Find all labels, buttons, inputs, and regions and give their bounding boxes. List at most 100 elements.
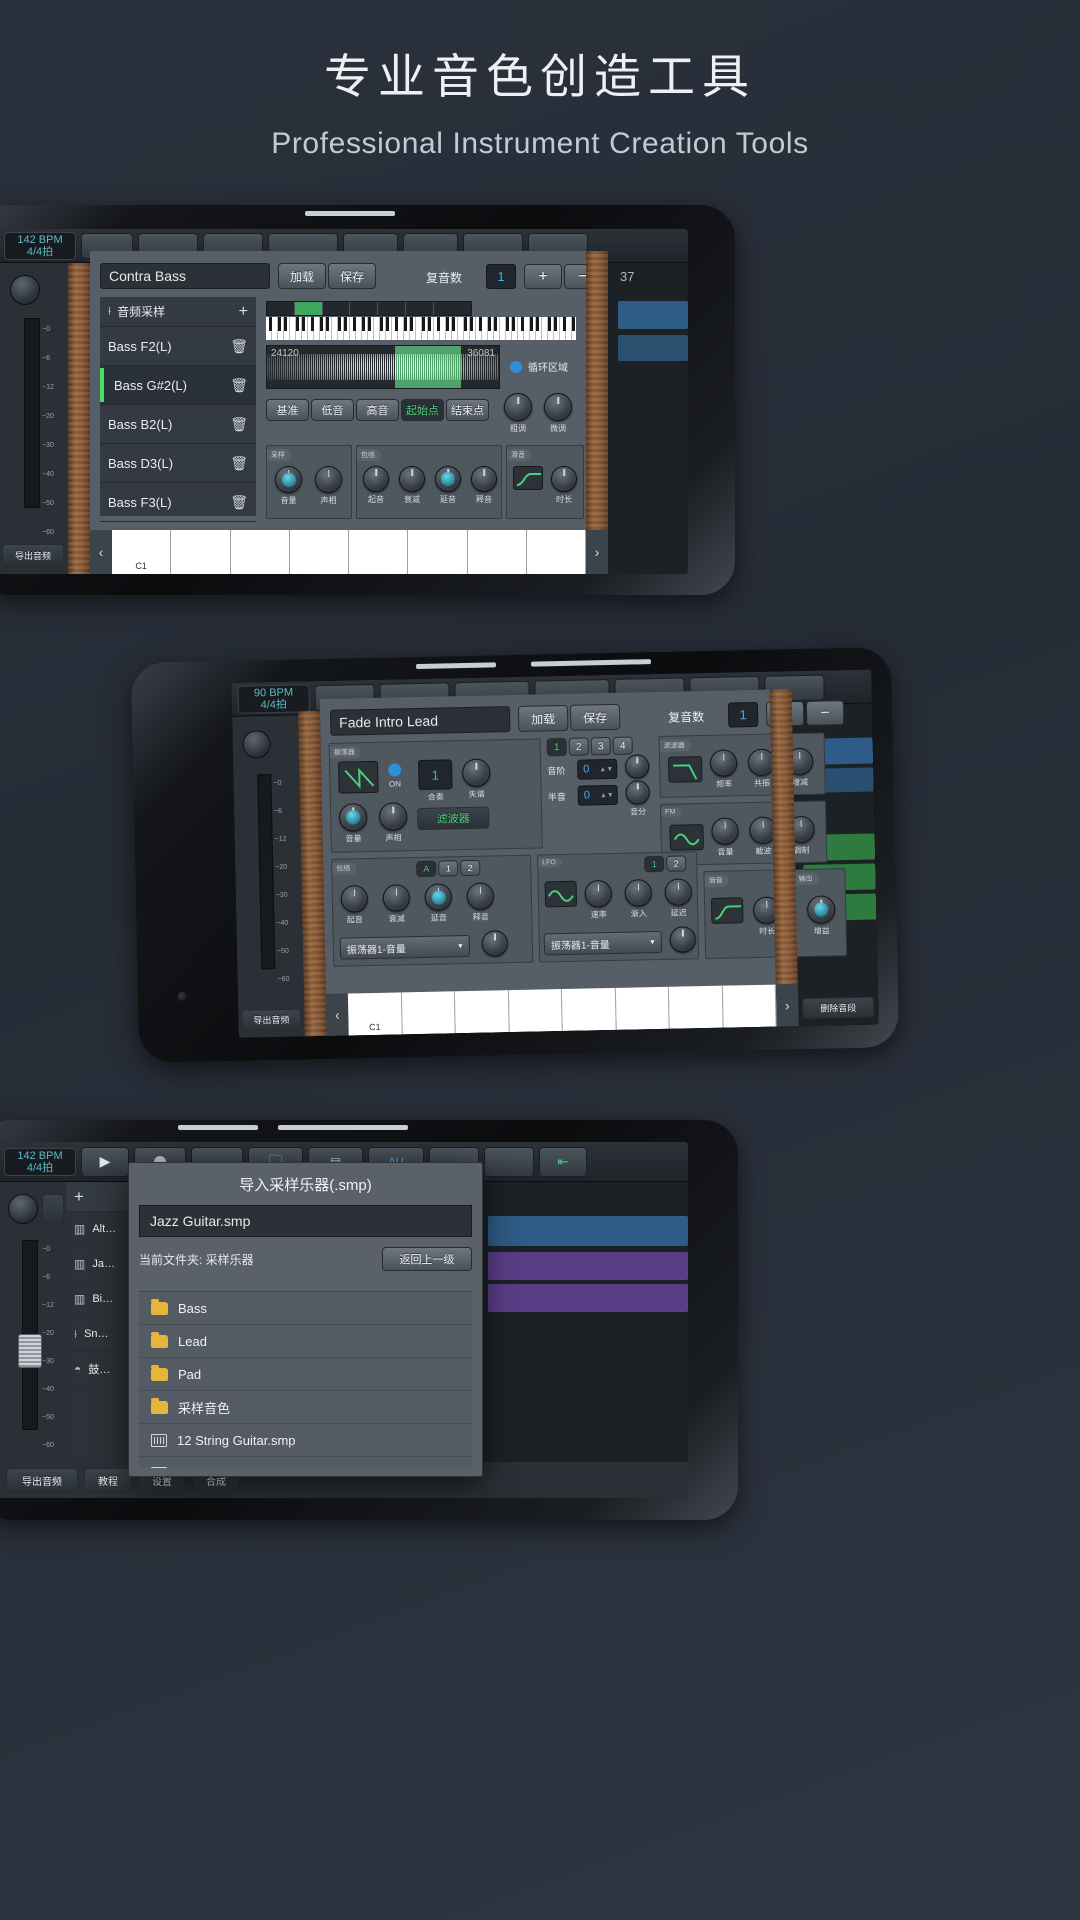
trash-icon[interactable]: 🗑 (230, 455, 248, 472)
phone1-mode-button[interactable]: 结束点 (446, 399, 489, 421)
phone2-lfo-tab-2[interactable]: 2 (666, 855, 686, 871)
stepper-icon[interactable]: ▲▼ (600, 791, 614, 798)
phone3-bpm-display[interactable]: 142 BPM 4/4拍 (4, 1148, 76, 1176)
radio-icon[interactable] (510, 361, 522, 373)
phone2-knob-filter-freq[interactable] (710, 749, 738, 777)
phone1-white-key[interactable] (468, 530, 527, 574)
phone2-osc-on-toggle[interactable]: ON (388, 760, 402, 788)
phone2-instrument-name-field[interactable]: Fade Intro Lead (330, 706, 511, 736)
phone1-white-key[interactable] (290, 530, 349, 574)
phone3-play-button[interactable]: ▶ (81, 1147, 129, 1177)
list-item[interactable]: Bass D3(L) 🗑 (100, 444, 256, 483)
list-item[interactable]: Alone Bell Synth.smp (139, 1457, 472, 1468)
phone1-white-key[interactable] (527, 530, 586, 574)
phone2-knob-lfo-delay[interactable] (665, 878, 693, 906)
phone2-mixer-fader-track[interactable] (257, 774, 275, 969)
phone1-piano-keyboard[interactable]: ‹ C1 › (90, 530, 608, 574)
phone2-fm-wave-button[interactable] (669, 824, 704, 851)
phone2-env-tab-a[interactable]: A (416, 861, 436, 877)
phone3-clip[interactable] (488, 1216, 688, 1246)
phone2-knob-env-attack[interactable] (341, 885, 369, 913)
phone2-osc-filter-button[interactable]: 滤波器 (417, 807, 489, 831)
phone2-export-audio-button[interactable]: 导出音频 (241, 1009, 301, 1031)
phone3-clip[interactable] (488, 1284, 688, 1312)
phone1-key-zone-bar[interactable] (266, 301, 472, 316)
phone2-white-key[interactable] (669, 986, 723, 1029)
zone-cell-active[interactable] (295, 302, 323, 315)
phone1-white-key-c1[interactable]: C1 (112, 530, 171, 574)
zone-cell[interactable] (378, 302, 406, 315)
phone2-bpm-display[interactable]: 90 BPM 4/4拍 (237, 684, 310, 714)
phone1-load-button[interactable]: 加载 (278, 263, 326, 289)
phone1-mode-button[interactable]: 低音 (311, 399, 354, 421)
phone1-knob-decay[interactable] (399, 466, 425, 492)
list-item[interactable]: Bass F2(L) 🗑 (100, 327, 256, 366)
phone1-clip[interactable] (618, 335, 688, 361)
phone2-osc-tab-4[interactable]: 4 (613, 737, 633, 755)
phone1-knob-glide-time[interactable] (551, 466, 577, 492)
phone2-knob-lfo-rate[interactable] (585, 880, 613, 908)
phone2-keyboard-prev-button[interactable]: ‹ (326, 994, 349, 1036)
phone2-white-key[interactable] (455, 990, 509, 1033)
phone2-knob-lfo-fadein[interactable] (625, 879, 653, 907)
phone3-clip[interactable] (488, 1252, 688, 1280)
phone2-lfo-target-select[interactable]: 振荡器1-音量 ▼ (544, 931, 662, 955)
phone1-knob-sustain[interactable] (435, 466, 461, 492)
list-item[interactable]: 采样音色 (139, 1391, 472, 1424)
phone2-unison-value[interactable]: 1 (418, 759, 453, 790)
phone1-white-key[interactable] (408, 530, 467, 574)
list-item[interactable]: 12 String Guitar.smp (139, 1424, 472, 1457)
stepper-icon[interactable]: ▲▼ (599, 765, 613, 772)
list-item[interactable]: Lead (139, 1325, 472, 1358)
phone2-knob-env-amount[interactable] (482, 930, 509, 957)
phone2-knob-cents[interactable] (625, 780, 649, 804)
phone2-knob-env-decay[interactable] (383, 884, 411, 912)
phone1-white-key[interactable] (171, 530, 230, 574)
phone1-bpm-display[interactable]: 142 BPM 4/4拍 (4, 232, 76, 260)
phone3-fader-handle[interactable] (18, 1334, 42, 1368)
phone2-knob-env-release[interactable] (467, 882, 495, 910)
zone-cell[interactable] (323, 302, 351, 315)
phone3-mixer-tool-button[interactable] (42, 1194, 64, 1224)
phone2-white-key[interactable] (722, 985, 776, 1028)
phone1-fine-tune-knob[interactable] (544, 393, 572, 421)
zone-cell[interactable] (267, 302, 295, 315)
phone1-export-audio-button[interactable]: 导出音频 (2, 544, 64, 566)
phone2-lfo-wave-button[interactable] (545, 881, 578, 908)
phone1-mixer-fader-track[interactable] (24, 318, 40, 508)
phone1-mixer-knob[interactable] (10, 275, 40, 305)
phone2-delete-section-button[interactable]: 删除音段 (802, 997, 874, 1020)
phone2-env-tab-1[interactable]: 1 (438, 860, 458, 876)
trash-icon[interactable]: 🗑 (230, 377, 248, 394)
phone2-mixer-knob[interactable] (242, 730, 271, 759)
phone1-mode-button[interactable]: 基准 (266, 399, 309, 421)
phone1-mode-button-active[interactable]: 起始点 (401, 399, 444, 421)
trash-icon[interactable]: 🗑 (230, 338, 248, 355)
phone1-instrument-name-field[interactable]: Contra Bass (100, 263, 270, 289)
phone2-osc-tab-2[interactable]: 2 (569, 737, 589, 755)
zone-cell[interactable] (406, 302, 434, 315)
list-item[interactable]: Bass (139, 1292, 472, 1325)
phone2-knob-env-sustain[interactable] (425, 883, 453, 911)
phone3-file-list[interactable]: Bass Lead Pad 采样音色 (139, 1291, 472, 1468)
add-track-icon[interactable]: + (74, 1187, 84, 1207)
phone2-knob-osc-volume[interactable] (339, 803, 368, 832)
phone1-keyboard-next-button[interactable]: › (586, 530, 608, 574)
phone2-white-key[interactable] (562, 988, 616, 1031)
phone1-poly-plus-button[interactable]: + (524, 264, 562, 289)
phone3-jump-start-button[interactable]: ⇤ (539, 1147, 587, 1177)
phone1-knob-sample-pan[interactable] (315, 466, 342, 493)
list-item[interactable]: Bass G#2(L) 🗑 (100, 366, 256, 405)
phone2-white-key-c1[interactable]: C1 (348, 992, 402, 1035)
phone2-white-key[interactable] (615, 987, 669, 1030)
phone2-load-button[interactable]: 加载 (518, 705, 569, 732)
phone1-loop-region-toggle[interactable]: 循环区域 (510, 359, 568, 374)
phone1-clip[interactable] (618, 301, 688, 329)
phone1-save-button[interactable]: 保存 (328, 263, 376, 289)
phone2-osc-tab-1[interactable]: 1 (547, 738, 567, 756)
phone1-white-key[interactable] (349, 530, 408, 574)
phone2-knob-fm-volume[interactable] (711, 817, 739, 845)
phone1-waveform-display[interactable]: 24120 36081 (266, 345, 500, 389)
phone1-keyboard-prev-button[interactable]: ‹ (90, 530, 112, 574)
list-item[interactable]: Bass F3(L) 🗑 (100, 483, 256, 522)
